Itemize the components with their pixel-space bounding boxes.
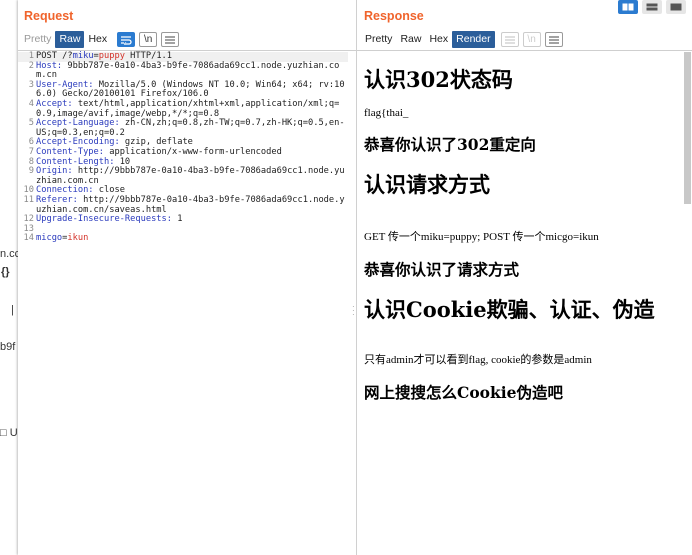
line-text: Accept: text/html,application/xhtml+xml,… [36,98,340,119]
render-subheading: 恭喜你认识了请求方式 [364,260,520,279]
line-text: Host: 9bbb787e-0a10-4ba3-b9fe-7086ada69c… [36,60,340,81]
render-heading: 认识302状态码 [364,67,513,92]
request-view-tabs: Pretty Raw Hex \n [20,31,180,48]
line-number: 11 [23,194,34,205]
wrap-icon[interactable] [117,32,136,47]
line-number: 14 [23,233,34,244]
response-pane: Response Pretty Raw Hex Render \n 认识302状… [356,0,692,555]
render-subheading: 恭喜你认识了302重定向 [364,135,536,154]
response-view-tabs: Pretty Raw Hex Render \n [361,31,563,48]
vertical-scrollbar[interactable] [684,52,691,204]
menu-icon[interactable] [161,32,180,47]
editor-line[interactable]: 14 micgo=ikun [18,233,348,244]
tab-render[interactable]: Render [452,31,495,48]
tab-raw[interactable]: Raw [396,31,425,48]
line-text: User-Agent: Mozilla/5.0 (Windows NT 10.0… [36,79,345,100]
newline-icon: \n [522,32,541,47]
editor-line[interactable]: 12 Upgrade-Insecure-Requests: 1 [18,214,348,225]
editor-line[interactable]: 5 Accept-Language: zh-CN,zh;q=0.8,zh-TW;q… [18,118,348,138]
line-number: 3 [28,79,34,90]
split-horizontal-icon[interactable] [618,0,638,14]
tab-raw[interactable]: Raw [55,31,85,48]
pane-resize-handle[interactable]: · · · [352,303,355,319]
divider [357,50,692,51]
request-pane: Request Pretty Raw Hex \n 1 POST /?miku=p… [18,0,356,555]
menu-icon[interactable] [544,32,563,47]
background-fragment: □ U [0,427,18,439]
line-number: 9 [28,166,34,177]
background-fragment: b9f [0,341,16,353]
background-fragment: {} [1,266,10,278]
editor-line[interactable]: 2 Host: 9bbb787e-0a10-4ba3-b9fe-7086ada69… [18,60,348,81]
response-render-view: 认识302状态码 flag{thai_ 恭喜你认识了302重定向 认识请求方式 … [364,54,679,403]
newline-icon[interactable]: \n [139,32,158,47]
tab-pretty[interactable]: Pretty [20,31,55,48]
wrap-icon [500,32,519,47]
render-paragraph: flag{thai_ [364,107,409,119]
render-paragraph: GET 传一个miku=puppy; POST 传一个micgo=ikun [364,231,599,243]
line-number: 2 [28,60,34,71]
line-number: 4 [28,98,34,109]
single-pane-icon[interactable] [666,0,686,14]
background-window: n.cc {} | b9f □ U [0,0,20,555]
editor-line[interactable]: 4 Accept: text/html,application/xhtml+xml… [18,98,348,119]
line-text: Upgrade-Insecure-Requests: 1 [36,214,183,225]
request-title: Request [24,9,74,23]
editor-line[interactable]: 3 User-Agent: Mozilla/5.0 (Windows NT 10.… [18,79,348,100]
editor-line[interactable]: 11 Referer: http://9bbb787e-0a10-4ba3-b9f… [18,194,348,215]
line-text: Referer: http://9bbb787e-0a10-4ba3-b9fe-… [36,194,345,215]
render-heading: 认识请求方式 [364,172,490,197]
split-vertical-icon[interactable] [642,0,662,14]
background-fragment: | [11,304,14,316]
tab-pretty[interactable]: Pretty [361,31,396,48]
render-subheading: 网上搜搜怎么Cookie伪造吧 [364,383,564,402]
request-editor[interactable]: 1 POST /?miku=puppy HTTP/1.1 2 Host: 9bbb78… [18,51,348,555]
response-title: Response [364,9,424,23]
line-text: Accept-Language: zh-CN,zh;q=0.8,zh-TW;q=… [36,118,345,138]
render-paragraph: 只有admin才可以看到flag, cookie的参数是admin [364,354,592,366]
tab-hex[interactable]: Hex [84,31,111,48]
layout-toggle-group [618,0,690,14]
editor-line[interactable]: 9 Origin: http://9bbb787e-0a10-4ba3-b9fe-… [18,166,348,186]
tab-hex[interactable]: Hex [425,31,452,48]
line-text: Origin: http://9bbb787e-0a10-4ba3-b9fe-7… [36,166,345,186]
line-number: 5 [28,118,34,129]
render-heading: 认识Cookie欺骗、认证、伪造 [364,297,655,322]
line-text: micgo=ikun [36,233,89,244]
